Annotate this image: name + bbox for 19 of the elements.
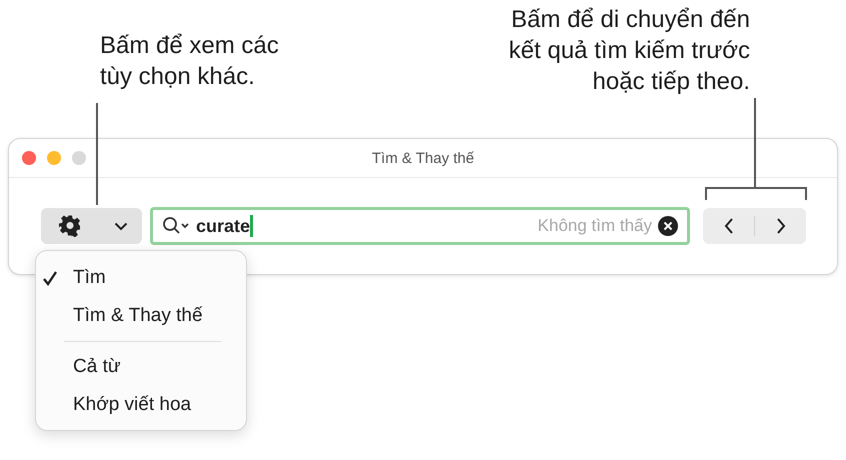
close-button[interactable] [22, 151, 36, 165]
menu-item[interactable]: Khớp viết hoa [36, 386, 246, 424]
gear-icon [59, 215, 81, 237]
chevron-left-icon [724, 218, 734, 234]
search-icon [162, 216, 190, 236]
options-button[interactable] [41, 208, 142, 244]
chevron-down-icon [114, 222, 128, 230]
chevron-right-icon [776, 218, 786, 234]
callout-text: Bấm để di chuyển đến kết quả tìm kiếm trước hoặc tiếp theo. [508, 5, 750, 97]
menu-item[interactable]: Tìm & Thay thế [36, 297, 246, 335]
search-field[interactable]: curate Không tìm thấy [150, 207, 690, 245]
menu-item[interactable]: Cả từ [36, 348, 246, 386]
zoom-button[interactable] [72, 151, 86, 165]
window-title: Tìm & Thay thế [372, 150, 474, 166]
status-text: Không tìm thấy [538, 216, 652, 236]
clear-icon[interactable] [658, 216, 678, 236]
minimize-button[interactable] [47, 151, 61, 165]
callout-text: Bấm để xem các tùy chọn khác. [100, 31, 279, 92]
menu-item[interactable]: Tìm [36, 259, 246, 297]
